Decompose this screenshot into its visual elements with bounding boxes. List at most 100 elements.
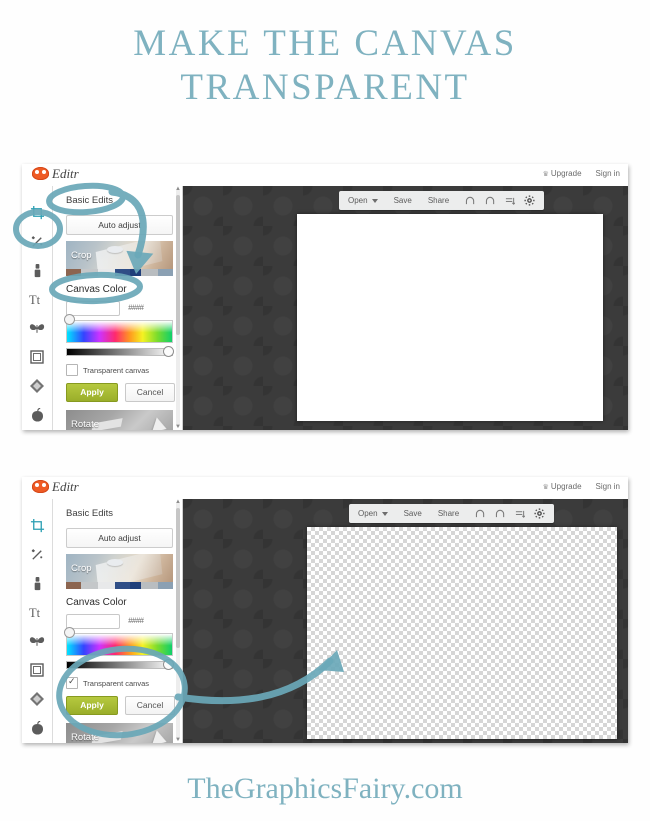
chevron-down-icon[interactable] <box>381 511 388 516</box>
color-spectrum-handle[interactable] <box>64 314 75 325</box>
scrollbar-thumb[interactable] <box>176 508 180 648</box>
hash-icon: #### <box>128 304 144 313</box>
app-logo[interactable]: Editr <box>32 480 79 493</box>
scroll-up-icon[interactable]: ▲ <box>175 499 181 505</box>
page-root: MAKE THE CANVAS TRANSPARENT Editr ♛ Upgra… <box>0 0 650 821</box>
undo-icon[interactable] <box>475 509 486 518</box>
app-logo[interactable]: Editr <box>32 167 79 180</box>
upgrade-link[interactable]: ♛ Upgrade <box>543 169 582 178</box>
apply-button[interactable]: Apply <box>66 383 118 402</box>
layers-icon[interactable] <box>515 509 526 519</box>
cancel-button[interactable]: Cancel <box>125 383 175 402</box>
canvas-color-heading: Canvas Color <box>66 597 127 608</box>
upgrade-link[interactable]: ♛ Upgrade <box>543 482 582 491</box>
chevron-down-icon[interactable] <box>371 198 378 203</box>
lipstick-icon[interactable] <box>27 260 47 280</box>
crop-thumbnail-card[interactable]: Crop <box>66 554 173 589</box>
signin-link[interactable]: Sign in <box>596 482 620 491</box>
screenshot-before: Editr ♛ Upgrade Sign in Tt ▲ ▼ Basic Edi… <box>22 164 628 430</box>
panel-action-buttons: Apply Cancel <box>66 383 175 402</box>
panel-scrollbar[interactable]: ▲ ▼ <box>175 186 181 430</box>
panel-action-buttons: Apply Cancel <box>66 696 175 715</box>
brightness-slider-handle[interactable] <box>163 659 174 670</box>
brightness-slider[interactable] <box>66 346 174 357</box>
auto-adjust-button[interactable]: Auto adjust <box>66 215 173 235</box>
butterfly-icon[interactable] <box>27 631 47 651</box>
canvas-color-heading: Canvas Color <box>66 284 127 295</box>
auto-adjust-button[interactable]: Auto adjust <box>66 528 173 548</box>
crop-icon[interactable] <box>27 515 47 535</box>
editor-toolbar: Open Save Share <box>349 504 555 523</box>
brightness-slider-handle[interactable] <box>163 346 174 357</box>
share-button[interactable]: Share <box>428 196 449 205</box>
color-spectrum-picker[interactable] <box>64 627 173 656</box>
edit-panel: ▲ ▼ Basic Edits Auto adjust Crop Canvas … <box>53 499 183 743</box>
transparent-canvas-checkbox[interactable] <box>66 676 78 689</box>
scroll-down-icon[interactable]: ▼ <box>175 424 181 430</box>
scrollbar-thumb[interactable] <box>176 195 180 335</box>
magic-wand-icon[interactable] <box>27 231 47 251</box>
transparent-canvas-row[interactable]: Transparent canvas <box>66 676 173 689</box>
edit-panel: ▲ ▼ Basic Edits Auto adjust Crop Canvas … <box>53 186 183 430</box>
editor-body: Tt ❯ ▲ <box>22 186 628 430</box>
brightness-slider-track[interactable] <box>66 661 173 669</box>
crown-icon: ♛ <box>542 171 549 178</box>
butterfly-icon[interactable] <box>27 318 47 338</box>
rotate-thumbnail-label: Rotate <box>71 732 99 743</box>
scroll-up-icon[interactable]: ▲ <box>175 186 181 192</box>
color-spectrum-gradient[interactable] <box>66 320 173 343</box>
editor-body: Tt ❯ ▲ ▼ <box>22 499 628 743</box>
image-canvas-white[interactable] <box>297 214 603 421</box>
text-tt-icon[interactable]: Tt <box>27 602 47 622</box>
color-spectrum-gradient[interactable] <box>66 633 173 656</box>
color-spectrum-picker[interactable] <box>64 314 173 343</box>
brightness-slider[interactable] <box>66 659 174 670</box>
magic-wand-icon[interactable] <box>27 544 47 564</box>
crop-icon[interactable] <box>27 202 47 222</box>
hex-color-input[interactable] <box>66 614 120 629</box>
share-button[interactable]: Share <box>438 509 459 518</box>
redo-icon[interactable] <box>495 509 506 518</box>
apply-button[interactable]: Apply <box>66 696 118 715</box>
apple-icon[interactable] <box>27 718 47 738</box>
open-button[interactable]: Open <box>348 196 378 205</box>
open-button[interactable]: Open <box>358 509 388 518</box>
image-canvas-transparent[interactable] <box>307 527 617 739</box>
crop-thumbnail-colorstrip <box>66 269 173 276</box>
monkey-face-icon <box>32 480 49 493</box>
panel-scrollbar[interactable]: ▲ ▼ <box>175 499 181 743</box>
page-title-line1: MAKE THE CANVAS <box>133 23 517 64</box>
signin-link[interactable]: Sign in <box>596 169 620 178</box>
color-spectrum-handle[interactable] <box>64 627 75 638</box>
crop-thumbnail-card[interactable]: Crop <box>66 241 173 276</box>
texture-diamond-icon[interactable] <box>27 689 47 709</box>
undo-icon[interactable] <box>465 196 476 205</box>
gear-icon[interactable] <box>524 195 535 206</box>
scroll-down-icon[interactable]: ▼ <box>175 737 181 743</box>
tool-rail: Tt <box>22 186 53 430</box>
transparent-canvas-row[interactable]: Transparent canvas <box>66 364 173 376</box>
rotate-thumbnail-card[interactable]: Rotate <box>66 410 173 430</box>
redo-icon[interactable] <box>485 196 496 205</box>
app-header-bar: Editr ♛ Upgrade Sign in <box>22 164 628 187</box>
panel-header: Basic Edits <box>66 508 113 519</box>
brightness-slider-track[interactable] <box>66 348 173 356</box>
cancel-button[interactable]: Cancel <box>125 696 175 715</box>
hex-color-input[interactable] <box>66 301 120 316</box>
frame-icon[interactable] <box>27 347 47 367</box>
layers-icon[interactable] <box>505 196 516 206</box>
text-tt-icon[interactable]: Tt <box>27 289 47 309</box>
save-button[interactable]: Save <box>394 196 412 205</box>
texture-diamond-icon[interactable] <box>27 376 47 396</box>
rotate-thumbnail-card[interactable]: Rotate <box>66 723 173 743</box>
apple-icon[interactable] <box>27 405 47 425</box>
rotate-thumbnail-label: Rotate <box>71 419 99 430</box>
transparent-canvas-checkbox[interactable] <box>66 364 78 376</box>
page-title: MAKE THE CANVAS TRANSPARENT <box>0 22 650 110</box>
toolbar-icon-group <box>465 195 535 206</box>
frame-icon[interactable] <box>27 660 47 680</box>
save-button[interactable]: Save <box>404 509 422 518</box>
lipstick-icon[interactable] <box>27 573 47 593</box>
gear-icon[interactable] <box>534 508 545 519</box>
transparent-canvas-label: Transparent canvas <box>83 678 150 688</box>
